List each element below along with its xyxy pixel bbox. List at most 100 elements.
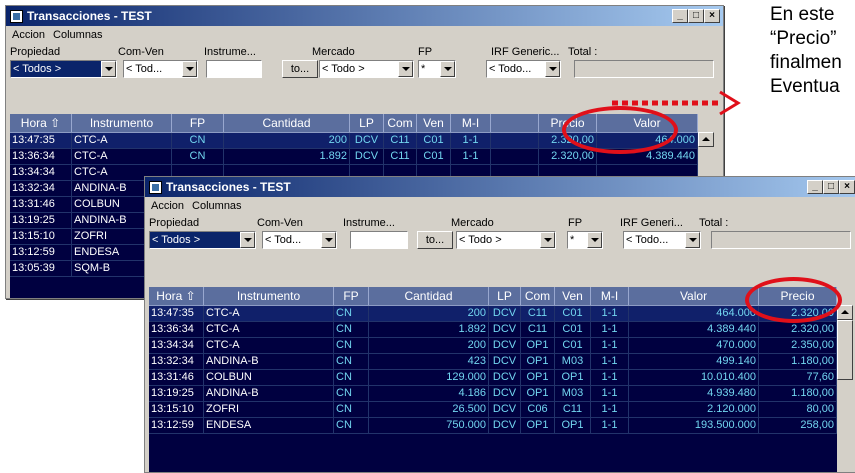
col-label: Hora — [156, 289, 183, 303]
col-lp[interactable]: LP — [350, 114, 384, 132]
col-fp[interactable]: FP — [334, 287, 369, 305]
table-row[interactable]: 13:31:46 COLBUN CN 129.000 DCV OP1 OP1 1-1 10.01… — [149, 370, 837, 386]
col-instrumento[interactable]: Instrumento — [204, 287, 334, 305]
instrumento-input[interactable] — [350, 231, 408, 249]
menu-accion[interactable]: Accion — [12, 29, 45, 41]
minimize-button[interactable]: _ — [807, 180, 823, 194]
cell-precio: 2.320,00 — [539, 149, 597, 164]
col-hora[interactable]: Hora ⇧ — [149, 287, 204, 305]
mercado-select[interactable]: < Todo > — [456, 231, 556, 249]
cell-valor: 4.389.440 — [629, 322, 759, 337]
cell-inst: CTC-A — [72, 133, 172, 148]
fp-select[interactable]: * — [418, 60, 456, 78]
sort-up-icon: ⇧ — [185, 289, 196, 303]
cell-inst: ZOFRI — [204, 402, 334, 417]
app-icon — [10, 9, 23, 23]
transactions-grid[interactable]: Hora ⇧ Instrumento FP Cantidad LP Com Ve… — [149, 287, 837, 472]
irf-select[interactable]: < Todo... — [486, 60, 561, 78]
minimize-button[interactable]: _ — [672, 9, 688, 23]
chevron-down-icon[interactable] — [545, 61, 560, 77]
com-ven-select[interactable]: < Tod... — [123, 60, 198, 78]
chevron-down-icon[interactable] — [182, 61, 197, 77]
col-ven[interactable]: Ven — [417, 114, 451, 132]
col-blank[interactable] — [491, 114, 539, 132]
total-field — [574, 60, 714, 78]
cell-lp: DCV — [489, 418, 521, 433]
to-button[interactable]: to... — [282, 60, 318, 78]
menu-bar: Accion Columnas — [145, 197, 855, 215]
chevron-down-icon[interactable] — [321, 232, 336, 248]
col-fp[interactable]: FP — [172, 114, 224, 132]
app-icon — [149, 180, 162, 194]
chevron-down-icon[interactable] — [587, 232, 602, 248]
title-bar[interactable]: Transacciones - TEST _ □ × — [6, 6, 723, 26]
col-lp[interactable]: LP — [489, 287, 521, 305]
cell-hora: 13:15:10 — [10, 229, 72, 244]
cell-lp: DCV — [489, 322, 521, 337]
cell-com: C11 — [521, 322, 555, 337]
instrumento-input[interactable] — [206, 60, 262, 78]
col-mi[interactable]: M-I — [451, 114, 491, 132]
mercado-value: < Todo > — [459, 234, 502, 246]
col-com[interactable]: Com — [521, 287, 555, 305]
close-button[interactable]: × — [839, 180, 855, 194]
table-row[interactable]: 13:34:34 CTC-A CN 200 DCV OP1 C01 1-1 470.000 2.3… — [149, 338, 837, 354]
table-row[interactable]: 13:19:25 ANDINA-B CN 4.186 DCV OP1 M03 1-1 4.939… — [149, 386, 837, 402]
table-row[interactable]: 13:36:34 CTC-A CN 1.892 DCV C11 C01 1-1 4.389.44… — [149, 322, 837, 338]
cell-valor: 4.939.480 — [629, 386, 759, 401]
vertical-scrollbar[interactable] — [837, 305, 853, 472]
irf-value: < Todo... — [489, 63, 532, 75]
cell-hora: 13:36:34 — [10, 149, 72, 164]
col-valor[interactable]: Valor — [629, 287, 759, 305]
scroll-thumb[interactable] — [837, 320, 853, 380]
cell-ven: C01 — [417, 149, 451, 164]
menu-accion[interactable]: Accion — [151, 200, 184, 212]
table-row[interactable]: 13:32:34 ANDINA-B CN 423 DCV OP1 M03 1-1 499.140… — [149, 354, 837, 370]
cell-ven: C01 — [555, 306, 591, 321]
menu-columnas[interactable]: Columnas — [53, 29, 103, 41]
irf-select[interactable]: < Todo... — [623, 231, 701, 249]
chevron-down-icon[interactable] — [440, 61, 455, 77]
title-bar[interactable]: Transacciones - TEST _ □ × — [145, 177, 855, 197]
to-button[interactable]: to... — [417, 231, 453, 249]
maximize-button[interactable]: □ — [823, 180, 839, 194]
propiedad-select[interactable]: < Todos > — [149, 231, 256, 249]
cell-inst: ANDINA-B — [204, 386, 334, 401]
cell-mi: 1-1 — [591, 306, 629, 321]
col-cantidad[interactable]: Cantidad — [369, 287, 489, 305]
cell-blank — [491, 133, 539, 148]
fp-select[interactable]: * — [567, 231, 603, 249]
table-row[interactable]: 13:15:10 ZOFRI CN 26.500 DCV C06 C11 1-1 2.120.0… — [149, 402, 837, 418]
col-cantidad[interactable]: Cantidad — [224, 114, 350, 132]
maximize-button[interactable]: □ — [688, 9, 704, 23]
chevron-down-icon[interactable] — [240, 232, 255, 248]
chevron-down-icon[interactable] — [398, 61, 413, 77]
label-total: Total : — [568, 46, 598, 58]
cell-hora: 13:05:39 — [10, 261, 72, 276]
mercado-select[interactable]: < Todo > — [319, 60, 414, 78]
cell-hora: 13:32:34 — [149, 354, 204, 369]
label-propiedad: Propiedad — [10, 46, 61, 58]
filter-labels: Propiedad Com-Ven Instrume... Mercado FP… — [6, 44, 723, 60]
col-mi[interactable]: M-I — [591, 287, 629, 305]
scroll-up-button[interactable] — [698, 132, 714, 147]
cell-inst: CTC-A — [204, 306, 334, 321]
col-hora[interactable]: Hora ⇧ — [10, 114, 72, 132]
chevron-down-icon[interactable] — [101, 61, 116, 77]
cell-ven: M03 — [555, 386, 591, 401]
table-row[interactable]: 13:12:59 ENDESA CN 750.000 DCV OP1 OP1 1-1 193.5… — [149, 418, 837, 434]
com-ven-select[interactable]: < Tod... — [262, 231, 337, 249]
propiedad-select[interactable]: < Todos > — [10, 60, 117, 78]
chevron-down-icon[interactable] — [685, 232, 700, 248]
table-row[interactable]: 13:47:35 CTC-A CN 200 DCV C11 C01 1-1 464.000 2.3… — [149, 306, 837, 322]
col-com[interactable]: Com — [384, 114, 417, 132]
menu-bar: Accion Columnas — [6, 26, 723, 44]
col-ven[interactable]: Ven — [555, 287, 591, 305]
close-button[interactable]: × — [704, 9, 720, 23]
menu-columnas[interactable]: Columnas — [192, 200, 242, 212]
cell-hora: 13:31:46 — [149, 370, 204, 385]
col-instrumento[interactable]: Instrumento — [72, 114, 172, 132]
cell-fp: CN — [172, 133, 224, 148]
chevron-down-icon[interactable] — [540, 232, 555, 248]
cell-hora: 13:36:34 — [149, 322, 204, 337]
